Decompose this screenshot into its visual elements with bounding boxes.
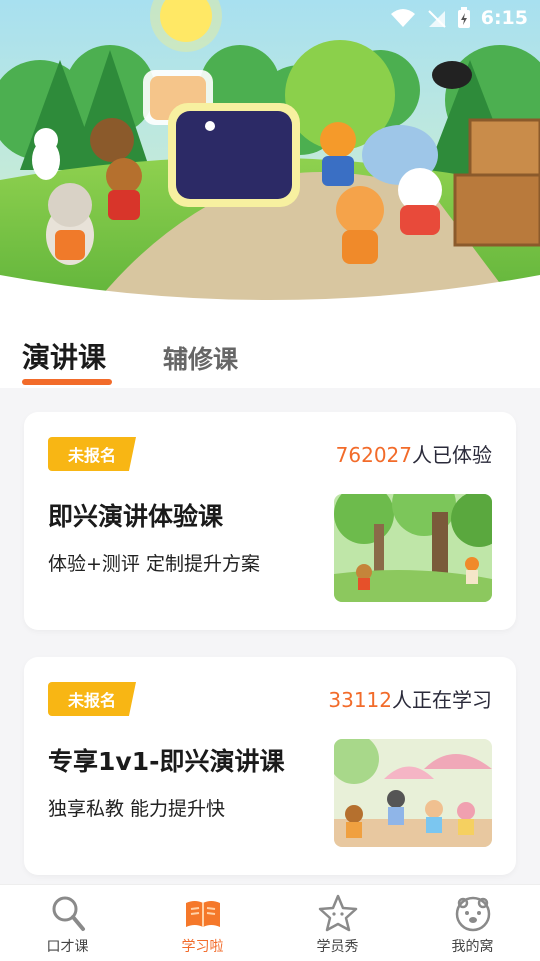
course-title: 专享1v1-即兴演讲课 [48, 747, 285, 776]
tab-active-indicator [22, 379, 112, 385]
participant-count: 762027人已体验 [336, 439, 492, 468]
nav-label: 我的窝 [451, 939, 494, 955]
course-subtitle: 体验+测评 定制提升方案 [48, 553, 260, 575]
nav-label: 学员秀 [316, 939, 359, 955]
course-card[interactable]: 未报名 33112人正在学习 专享1v1-即兴演讲课 独享私教 能力提升快 [24, 657, 516, 875]
tab-speech-course[interactable]: 演讲课 [22, 336, 106, 376]
count-suffix: 人正在学习 [392, 688, 492, 712]
status-time: 6:15 [480, 7, 528, 29]
course-title: 即兴演讲体验课 [48, 502, 224, 531]
bear-face-icon [455, 896, 490, 932]
bottom-navigation: 口才课 学习啦 学员秀 我的窝 [0, 884, 540, 961]
battery-charging-icon [457, 7, 470, 28]
nav-item-study[interactable]: 学习啦 [135, 885, 270, 961]
status-badge: 未报名 [48, 437, 136, 471]
count-suffix: 人已体验 [412, 443, 492, 467]
course-card[interactable]: 未报名 762027人已体验 即兴演讲体验课 体验+测评 定制提升方案 [24, 412, 516, 630]
nav-item-showcase[interactable]: 学员秀 [270, 885, 405, 961]
course-thumbnail [334, 494, 492, 602]
nav-item-speech[interactable]: 口才课 [0, 885, 135, 961]
hero-banner[interactable] [0, 0, 540, 310]
magnifier-icon [52, 896, 85, 931]
book-icon [185, 901, 220, 927]
participant-count: 33112人正在学习 [328, 684, 492, 713]
no-signal-icon [428, 10, 446, 28]
count-number: 33112 [328, 688, 392, 712]
hero-illustration [0, 0, 540, 310]
course-tabs: 演讲课 辅修课 [0, 310, 540, 388]
nav-label: 口才课 [46, 939, 89, 955]
nav-label: 学习啦 [181, 939, 224, 955]
wifi-icon [390, 9, 415, 27]
tab-elective-course[interactable]: 辅修课 [163, 340, 238, 376]
course-thumbnail [334, 739, 492, 847]
status-bar: 6:15 [0, 0, 540, 36]
course-subtitle: 独享私教 能力提升快 [48, 798, 226, 820]
count-number: 762027 [335, 443, 412, 467]
status-badge: 未报名 [48, 682, 136, 716]
nav-item-profile[interactable]: 我的窝 [405, 885, 540, 961]
star-icon [318, 894, 357, 932]
